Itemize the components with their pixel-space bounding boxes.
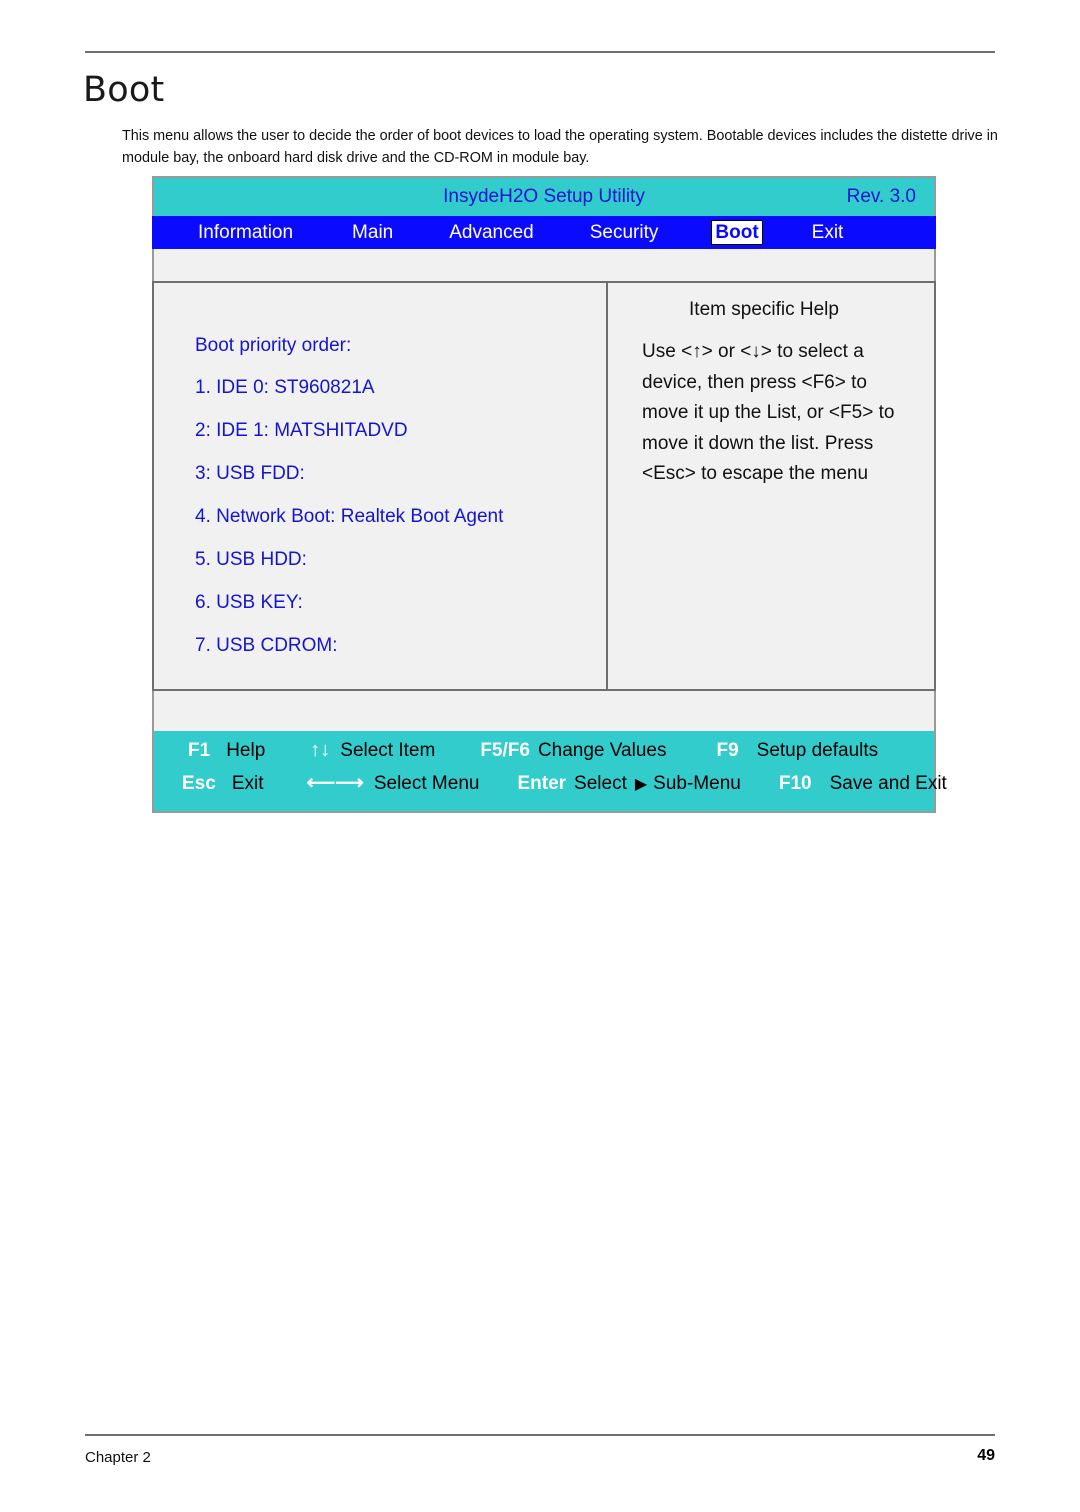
boot-device-row-3[interactable]: 3: USB FDD: — [195, 463, 600, 485]
key-enter[interactable]: Enter — [517, 773, 566, 795]
key-legend-row-2: Esc Exit ⟵⟶ Select Menu Enter Select ▶ S… — [154, 770, 947, 801]
footer-rule — [85, 1434, 995, 1436]
boot-device-row-7[interactable]: 7. USB CDROM: — [195, 635, 600, 657]
menu-tab-security[interactable]: Security — [586, 220, 663, 245]
help-panel-text: Use <↑> or <↓> to select a device, then … — [642, 337, 924, 490]
setup-defaults-label: Setup defaults — [756, 740, 879, 761]
left-right-arrow-icon: ⟵⟶ — [306, 772, 364, 794]
menu-tab-boot[interactable]: Boot — [711, 220, 763, 245]
key-f9[interactable]: F9 — [716, 740, 738, 762]
bios-upper-spacer — [152, 249, 936, 281]
item-specific-help-panel: Item specific Help Use <↑> or <↓> to sel… — [608, 283, 934, 689]
bios-key-legend-bar: F1 Help ↑↓ Select Item F5/F6 Change Valu… — [152, 731, 947, 813]
header-rule — [85, 51, 995, 53]
help-line-2: device, then press <F6> to — [642, 371, 867, 393]
boot-order-panel: Boot priority order: 1. IDE 0: ST960821A… — [154, 283, 608, 689]
key-f1-label: Help — [226, 740, 266, 761]
intro-paragraph: This menu allows the user to decide the … — [122, 128, 998, 166]
footer-chapter-label: Chapter 2 — [85, 1449, 151, 1466]
boot-priority-heading: Boot priority order: — [195, 335, 352, 356]
footer-page-number: 49 — [977, 1447, 995, 1464]
help-line-3: move it up the List, or <F5> to — [642, 402, 895, 423]
submenu-triangle-icon: ▶ — [634, 776, 648, 793]
select-label: Select — [574, 773, 627, 794]
menu-tab-main[interactable]: Main — [348, 220, 397, 245]
page-title: Boot — [83, 70, 165, 110]
help-line-4: move it down the list. Press — [642, 432, 874, 454]
key-esc[interactable]: Esc — [182, 773, 216, 795]
boot-device-row-1[interactable]: 1. IDE 0: ST960821A — [195, 377, 600, 399]
select-item-label: Select Item — [340, 740, 436, 761]
boot-device-row-4[interactable]: 4. Network Boot: Realtek Boot Agent — [195, 506, 600, 528]
bios-menu-bar: Information Main Advanced Security Boot … — [152, 216, 936, 249]
key-esc-label: Exit — [231, 773, 264, 794]
boot-device-row-2[interactable]: 2: IDE 1: MATSHITADVD — [195, 420, 600, 442]
bios-title-bar: InsydeH2O Setup Utility Rev. 3.0 — [152, 176, 936, 216]
menu-tab-exit[interactable]: Exit — [808, 220, 848, 245]
boot-device-row-5[interactable]: 5. USB HDD: — [195, 549, 600, 571]
bios-revision-label: Rev. 3.0 — [846, 186, 916, 207]
menu-tab-advanced[interactable]: Advanced — [445, 220, 538, 245]
bios-lower-spacer — [152, 691, 936, 731]
boot-priority-list: Boot priority order: 1. IDE 0: ST960821A… — [195, 335, 600, 657]
sub-menu-label: Sub-Menu — [653, 773, 741, 794]
up-down-arrow-icon: ↑↓ — [310, 739, 331, 761]
key-legend-row-1: F1 Help ↑↓ Select Item F5/F6 Change Valu… — [154, 739, 934, 770]
select-menu-label: Select Menu — [373, 773, 480, 794]
change-values-label: Change Values — [537, 740, 667, 761]
key-f5-f6[interactable]: F5/F6 — [480, 740, 530, 762]
key-f10[interactable]: F10 — [779, 773, 812, 795]
document-page: Boot This menu allows the user to decide… — [0, 0, 1080, 1512]
boot-device-row-6[interactable]: 6. USB KEY: — [195, 592, 600, 614]
key-f1[interactable]: F1 — [188, 740, 210, 762]
help-panel-title: Item specific Help — [689, 299, 839, 320]
bios-content-area: Boot priority order: 1. IDE 0: ST960821A… — [152, 281, 936, 691]
help-line-5: <Esc> to escape the menu — [642, 463, 869, 484]
menu-tab-information[interactable]: Information — [194, 220, 297, 245]
save-and-exit-label: Save and Exit — [829, 773, 947, 794]
bios-title-text: InsydeH2O Setup Utility — [443, 186, 645, 207]
bios-setup-window: InsydeH2O Setup Utility Rev. 3.0 Informa… — [152, 176, 947, 813]
help-line-1: Use <↑> or <↓> to select a — [642, 341, 864, 362]
